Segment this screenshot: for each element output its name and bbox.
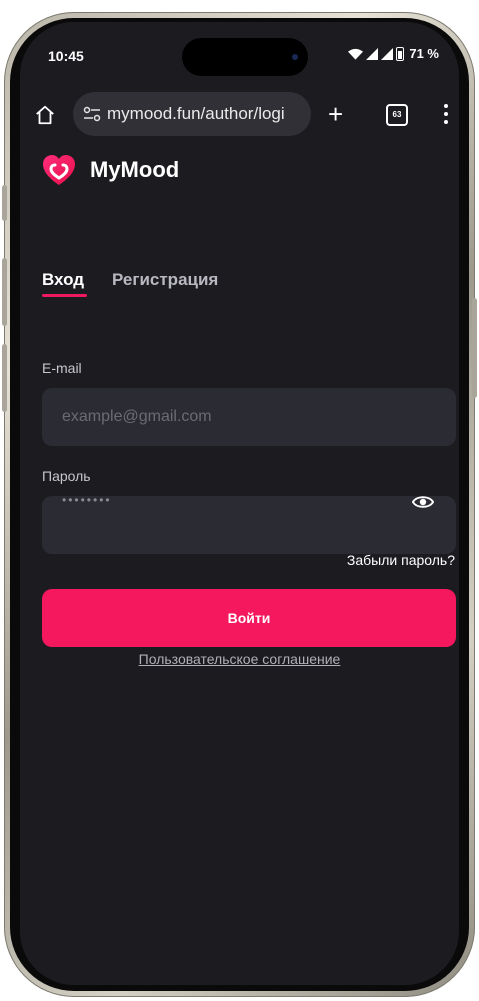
volume-down-button	[2, 344, 7, 412]
more-vert-icon[interactable]	[444, 104, 448, 126]
battery-icon	[396, 46, 405, 61]
home-icon[interactable]	[34, 104, 56, 126]
login-page: MyMood Вход Регистрация E-mail Пароль ••…	[20, 146, 459, 985]
url-text: mymood.fun/author/logi	[107, 104, 285, 123]
tabs-icon[interactable]: 63	[386, 104, 408, 126]
active-tab-indicator	[42, 294, 87, 297]
password-label: Пароль	[42, 468, 91, 484]
camera-dot	[292, 54, 298, 60]
address-bar[interactable]: mymood.fun/author/logi	[73, 92, 311, 136]
eye-icon[interactable]	[412, 491, 434, 513]
signal-icon	[381, 47, 394, 60]
action-button	[2, 185, 7, 221]
email-label: E-mail	[42, 360, 82, 376]
brand-name: MyMood	[90, 157, 180, 182]
status-bar: 10:45 71 %	[20, 22, 459, 84]
browser-toolbar: mymood.fun/author/logi + 63	[20, 84, 459, 147]
user-agreement-link[interactable]: Пользовательское соглашение	[20, 651, 459, 667]
wifi-icon	[348, 48, 364, 60]
status-icons: 71 %	[348, 46, 439, 61]
password-masked: ••••••••	[62, 493, 112, 507]
tab-count: 63	[392, 110, 402, 119]
power-button	[472, 298, 477, 398]
phone-screen: 10:45 71 % mymood.fun/author/logi + 63 M…	[20, 22, 459, 985]
volume-up-button	[2, 258, 7, 326]
tab-login[interactable]: Вход	[42, 270, 84, 290]
heart-logo-icon	[43, 155, 75, 185]
tab-register[interactable]: Регистрация	[112, 270, 218, 290]
email-input[interactable]	[42, 388, 456, 446]
tune-icon[interactable]	[83, 106, 101, 122]
signal-icon	[366, 47, 379, 60]
dynamic-island	[182, 38, 308, 76]
battery-percent: 71 %	[409, 46, 439, 61]
login-button[interactable]: Войти	[42, 589, 456, 647]
status-time: 10:45	[48, 48, 84, 64]
plus-icon[interactable]: +	[328, 101, 343, 127]
forgot-password-link[interactable]: Забыли пароль?	[347, 552, 455, 568]
